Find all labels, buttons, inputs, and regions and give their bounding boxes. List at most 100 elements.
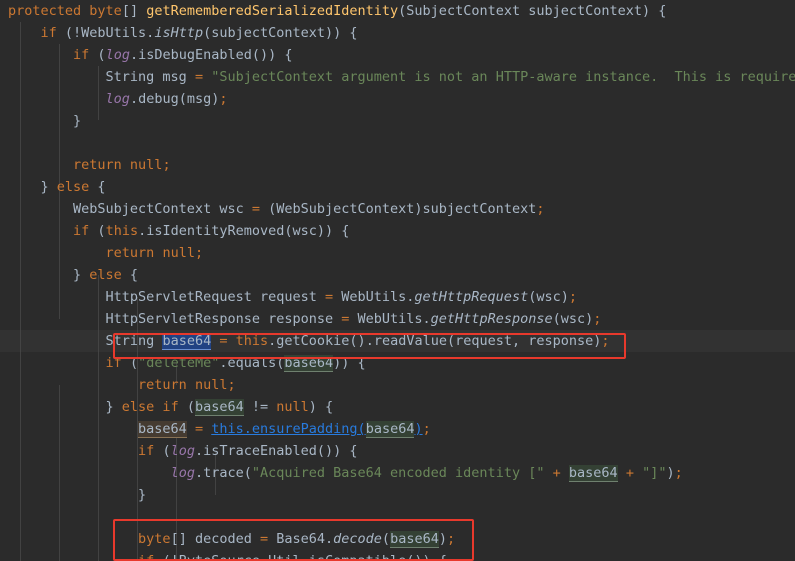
code-token: log <box>105 91 130 107</box>
code-token: [] <box>121 3 147 19</box>
symbol-occurrence-read[interactable]: base64 <box>390 531 439 548</box>
code-token: .isDebugEnabled()) { <box>129 47 293 63</box>
code-token: } <box>8 487 147 503</box>
code-line[interactable]: protected byte[] getRememberedSerialized… <box>0 0 795 22</box>
code-token: decode <box>333 531 382 547</box>
code-token: this <box>105 223 139 239</box>
code-token: log <box>170 465 195 481</box>
code-token: response) <box>528 333 602 349</box>
code-token: "SubjectContext argument is not an HTTP-… <box>211 69 795 85</box>
code-token: log <box>170 443 195 459</box>
code-token: { <box>121 267 139 283</box>
code-line[interactable]: if (!ByteSource.Util.isCompatible()) { <box>0 550 795 561</box>
code-line[interactable]: byte[] decoded = Base64.decode(base64); <box>0 528 795 550</box>
code-line[interactable]: } else if (base64 != null) { <box>0 396 795 418</box>
code-token: "Acquired Base64 encoded identity [" <box>251 465 545 481</box>
code-token: ; <box>194 245 204 261</box>
code-line[interactable]: if (!WebUtils.isHttp(subjectContext)) { <box>0 22 795 44</box>
navigable-method-call[interactable]: this.ensurePadding( <box>211 421 365 437</box>
code-line[interactable]: } <box>0 110 795 132</box>
code-token: = <box>194 69 204 85</box>
code-line[interactable]: return null; <box>0 374 795 396</box>
code-token: ( <box>89 223 106 239</box>
code-line[interactable]: log.debug(msg); <box>0 88 795 110</box>
code-token: = <box>194 421 204 437</box>
code-line[interactable]: if ("deleteMe".equals(base64)) { <box>0 352 795 374</box>
symbol-occurrence-read[interactable]: base64 <box>365 421 415 438</box>
code-line[interactable] <box>0 506 795 528</box>
code-token: (wsc) <box>552 311 594 327</box>
symbol-occurrence-write[interactable]: base64 <box>138 421 187 438</box>
symbol-occurrence-read[interactable]: base64 <box>284 355 334 372</box>
symbol-occurrence-read[interactable]: base64 <box>194 399 244 416</box>
code-line[interactable]: if (log.isDebugEnabled()) { <box>0 44 795 66</box>
code-line[interactable]: String base64 = this.getCookie().readVal… <box>0 330 795 352</box>
code-token: else <box>56 179 90 195</box>
code-line[interactable]: log.trace("Acquired Base64 encoded ident… <box>0 462 795 484</box>
code-token: getHttpResponse <box>430 311 553 327</box>
code-line[interactable]: HttpServletRequest request = WebUtils.ge… <box>0 286 795 308</box>
code-line[interactable]: return null; <box>0 242 795 264</box>
code-line[interactable]: } else { <box>0 264 795 286</box>
code-token: WebUtils. <box>349 311 431 327</box>
code-line[interactable]: } else { <box>0 176 795 198</box>
code-line[interactable]: return null; <box>0 154 795 176</box>
code-line[interactable]: if (this.isIdentityRemoved(wsc)) { <box>0 220 795 242</box>
code-token: else <box>89 267 122 283</box>
code-token: String <box>8 333 163 349</box>
code-token: ; <box>674 465 683 481</box>
code-token: ; <box>219 91 228 107</box>
code-line[interactable]: WebSubjectContext wsc = (WebSubjectConte… <box>0 198 795 220</box>
symbol-occurrence-read[interactable]: base64 <box>568 465 618 482</box>
code-line[interactable]: base64 = this.ensurePadding(base64); <box>0 418 795 440</box>
code-token: ( <box>381 531 391 547</box>
code-token: ) <box>666 465 675 481</box>
code-token: (wsc) <box>528 289 569 305</box>
code-token: ( <box>89 47 106 63</box>
symbol-occurrence-selected[interactable]: base64 <box>162 333 212 350</box>
code-token: if <box>138 553 155 561</box>
code-line[interactable] <box>0 132 795 154</box>
code-token: .debug(msg) <box>129 91 220 107</box>
code-token: ; <box>227 377 236 393</box>
code-token: getHttpRequest <box>414 289 529 305</box>
code-token: WebSubjectContext wsc <box>8 201 252 217</box>
code-token: ; <box>446 531 456 547</box>
code-token: (WebSubjectContext)subjectContext <box>259 201 537 217</box>
code-text-layer[interactable]: protected byte[] getRememberedSerialized… <box>0 0 795 561</box>
code-token: } <box>8 399 122 415</box>
code-token: } <box>8 113 82 129</box>
code-token: + <box>625 465 634 481</box>
code-token: (SubjectContext subjectContext) { <box>398 3 667 19</box>
code-token: return null <box>105 245 195 261</box>
code-editor[interactable]: protected byte[] getRememberedSerialized… <box>0 0 795 561</box>
code-line[interactable]: if (log.isTraceEnabled()) { <box>0 440 795 462</box>
code-token: ( <box>121 355 139 371</box>
code-token: .isTraceEnabled()) { <box>194 443 358 459</box>
code-token: this <box>235 333 269 349</box>
code-token: .isIdentityRemoved(wsc)) { <box>138 223 350 239</box>
navigable-method-call[interactable]: ) <box>414 421 422 437</box>
code-token: log <box>105 47 130 63</box>
code-token: ; <box>568 289 577 305</box>
code-line[interactable]: } <box>0 484 795 506</box>
code-token: HttpServletResponse response <box>8 311 342 327</box>
code-token: = <box>251 201 260 217</box>
code-token: if <box>105 355 122 371</box>
code-token: )) { <box>333 355 366 371</box>
code-line[interactable]: HttpServletResponse response = WebUtils.… <box>0 308 795 330</box>
code-line[interactable]: String msg = "SubjectContext argument is… <box>0 66 795 88</box>
code-token: if <box>40 25 57 41</box>
